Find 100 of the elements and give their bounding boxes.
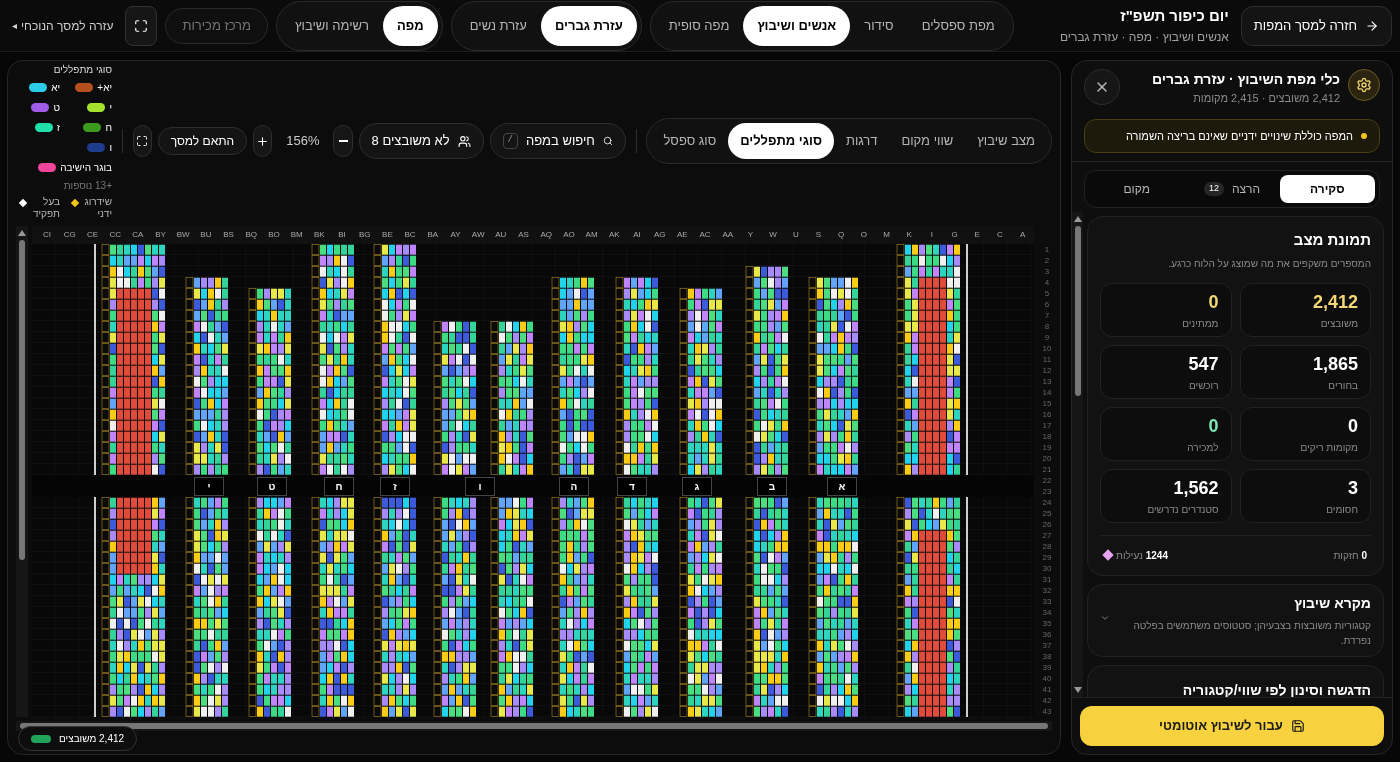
help-link[interactable]: עזרה למסך הנוכחי ◂ <box>8 16 118 35</box>
count-badge: 12 <box>1203 182 1224 196</box>
stat-value: 3 <box>1347 476 1358 500</box>
section-label: ז <box>380 477 410 496</box>
column-header: BY <box>154 229 167 241</box>
row-number: 20 <box>1041 453 1053 464</box>
tab[interactable]: רשימה ושיבוץ <box>281 5 383 46</box>
column-header: CI <box>42 229 53 241</box>
column-header: I <box>929 229 934 241</box>
column-header: BQ <box>244 229 259 241</box>
row-number: 8 <box>1043 321 1051 332</box>
stat-label: למכירה <box>1186 440 1219 455</box>
marker-label: בעל תפקיד <box>31 196 60 220</box>
panel-tab[interactable]: סקירה <box>1279 175 1375 203</box>
row-number: 6 <box>1043 299 1051 310</box>
tab[interactable]: סוגי מתפללים <box>728 123 834 159</box>
stat-value: 0 <box>1207 290 1219 314</box>
legend-label: יא <box>51 81 60 95</box>
card-description: קטגוריות משובצות בצבעיהן; סטטוסים משתמשים בפלטה נפרדת. <box>1132 618 1371 648</box>
stat-label: חסומים <box>1325 502 1358 517</box>
fit-button[interactable]: התאם למסך <box>157 127 248 155</box>
vertical-scrollbar[interactable] <box>16 226 28 717</box>
tab[interactable]: אנשים ושיבוץ <box>743 5 851 46</box>
column-header: AI <box>632 229 642 241</box>
tab[interactable]: סידור <box>850 5 908 46</box>
row-number: 32 <box>1041 585 1053 596</box>
tab[interactable]: מפה סופית <box>654 5 744 46</box>
scrollbar-thumb[interactable] <box>20 723 1048 729</box>
scrollbar-thumb[interactable] <box>1074 226 1081 396</box>
back-button[interactable]: חזרה למסך המפות <box>1240 5 1392 46</box>
column-header: M <box>882 229 891 241</box>
column-header: W <box>768 229 778 241</box>
column-header: CG <box>62 229 77 241</box>
tab[interactable]: מצב שיבוץ <box>965 123 1047 159</box>
row-number: 31 <box>1041 574 1053 585</box>
card-description: המספרים משקפים את מה שמוצג על הלוח כרגע. <box>1167 256 1371 271</box>
column-header: BA <box>426 229 440 241</box>
column-header: AE <box>676 229 689 241</box>
scroll-up-icon[interactable] <box>18 230 26 236</box>
stat-value: 2,412 <box>1311 290 1358 314</box>
horizontal-scrollbar[interactable] <box>16 721 1052 731</box>
plus-icon <box>256 134 270 148</box>
card-title: הדגשה וסינון לפי שווי/קטגוריה <box>1182 681 1371 697</box>
scrollbar-thumb[interactable] <box>19 240 25 560</box>
row-number: 9 <box>1043 332 1051 343</box>
row-number: 16 <box>1041 409 1053 420</box>
panel-title: כלי מפת השיבוץ · עזרת גברים <box>1151 70 1340 89</box>
column-header: AQ <box>539 229 553 241</box>
row-number: 12 <box>1041 365 1053 376</box>
marker-label: שידרוג ידני <box>83 196 112 220</box>
shortcut-key: / <box>502 133 518 149</box>
tab[interactable]: עזרת נשים <box>455 5 541 46</box>
stat-value: 0 <box>1347 414 1358 438</box>
tab[interactable]: דרגות <box>834 123 890 159</box>
column-header: BG <box>357 229 372 241</box>
legend-label: י <box>109 101 112 115</box>
scroll-down-icon[interactable] <box>1073 687 1082 693</box>
tab[interactable]: עזרת גברים <box>540 5 637 46</box>
column-header: AW <box>470 229 486 241</box>
fullscreen-button[interactable] <box>132 125 152 157</box>
row-number: 13 <box>1041 376 1053 387</box>
row-number: 39 <box>1041 662 1053 673</box>
auto-assign-button[interactable]: עבור לשיבוץ אוטומטי <box>1080 706 1384 746</box>
column-header: AM <box>584 229 599 241</box>
row-number: 14 <box>1041 387 1053 398</box>
stat-value: 1,865 <box>1311 352 1358 376</box>
column-header: BE <box>381 229 394 241</box>
section-label: י <box>194 477 224 496</box>
column-header: BI <box>337 229 347 241</box>
tab[interactable]: סוג ספסל <box>651 123 729 159</box>
column-header: C <box>996 229 1004 241</box>
tab[interactable]: מפת ספסלים <box>907 5 1009 46</box>
row-number: 23 <box>1041 486 1053 497</box>
close-button[interactable] <box>1084 69 1120 105</box>
stat-label: בחורים <box>1327 378 1358 393</box>
row-number: 29 <box>1041 552 1053 563</box>
fullscreen-button[interactable] <box>125 5 158 46</box>
column-header: Y <box>746 229 755 241</box>
column-header: AO <box>562 229 576 241</box>
scroll-up-icon[interactable] <box>1073 216 1082 222</box>
row-number: 43 <box>1041 706 1053 717</box>
zoom-in-button[interactable] <box>253 125 273 157</box>
row-number: 17 <box>1041 420 1053 431</box>
legend-label: ט <box>53 101 60 115</box>
panel-tab[interactable]: מקום <box>1089 175 1185 203</box>
stat-label: סטנדרים נדרשים <box>1146 502 1219 517</box>
tab[interactable]: שווי מקום <box>889 123 966 159</box>
row-number: 36 <box>1041 629 1053 640</box>
save-icon <box>1290 719 1305 733</box>
zoom-out-button[interactable] <box>333 125 353 157</box>
users-icon <box>457 134 471 148</box>
vertical-scrollbar[interactable] <box>1072 212 1083 697</box>
row-number: 2 <box>1043 255 1051 266</box>
stat-label: רוכשים <box>1188 378 1219 393</box>
stat-label: מקומות ריקים <box>1299 440 1358 455</box>
help-label: עזרה למסך הנוכחי <box>21 17 114 35</box>
row-number: 28 <box>1041 541 1053 552</box>
map-search-button[interactable]: חיפוש במפה / <box>489 123 626 159</box>
tab[interactable]: מפה <box>383 5 438 46</box>
column-header: CE <box>85 229 100 241</box>
